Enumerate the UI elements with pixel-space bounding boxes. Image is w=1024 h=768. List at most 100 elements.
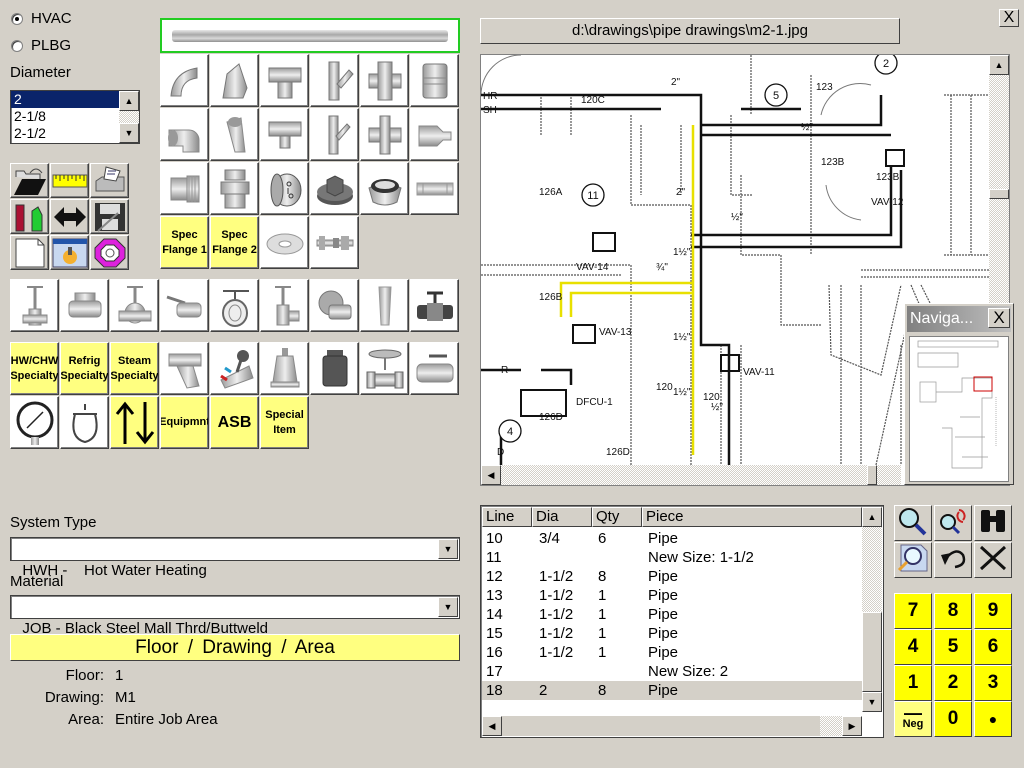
chevron-down-icon[interactable]: ▼ bbox=[438, 539, 458, 559]
table-row[interactable]: 11 New Size: 1-1/2 bbox=[482, 548, 862, 567]
chevron-down-icon[interactable]: ▼ bbox=[438, 597, 458, 617]
scroll-thumb[interactable] bbox=[989, 189, 1009, 199]
radio-button[interactable] bbox=[11, 39, 23, 52]
elbow-90-button[interactable] bbox=[160, 54, 209, 107]
col-qty[interactable]: Qty bbox=[592, 507, 642, 527]
key-3[interactable]: 3 bbox=[974, 665, 1012, 701]
close-icon[interactable]: X bbox=[999, 9, 1019, 27]
pressure-reducing-valve-button[interactable] bbox=[260, 342, 309, 395]
table-row[interactable]: 13 1-1/2 1 Pipe bbox=[482, 586, 862, 605]
key-0[interactable]: 0 bbox=[934, 701, 972, 737]
system-type-select[interactable]: HWH - Hot Water Heating ▼ bbox=[10, 537, 460, 579]
check-valve-button[interactable] bbox=[60, 279, 109, 332]
scroll-up-button[interactable]: ▲ bbox=[989, 55, 1009, 75]
gasket-button[interactable] bbox=[260, 216, 309, 269]
key-negative[interactable]: — Neg bbox=[894, 701, 932, 737]
zoom-page-button[interactable] bbox=[894, 542, 932, 578]
navigator-window[interactable]: Naviga... X bbox=[904, 303, 1014, 485]
pan-arrows-button[interactable] bbox=[50, 199, 89, 234]
union-button[interactable] bbox=[210, 162, 259, 215]
riser-arrows-button[interactable] bbox=[110, 396, 159, 449]
table-row[interactable]: 14 1-1/2 1 Pipe bbox=[482, 605, 862, 624]
key-9[interactable]: 9 bbox=[974, 593, 1012, 629]
spec-flange-2-button[interactable]: Spec Flange 2 bbox=[210, 216, 259, 269]
settings-window-button[interactable] bbox=[50, 235, 89, 270]
table-row[interactable]: 18 2 8 Pipe bbox=[482, 681, 862, 700]
zoom-refresh-button[interactable] bbox=[934, 505, 972, 541]
bolt-set-button[interactable] bbox=[310, 216, 359, 269]
close-icon[interactable]: X bbox=[988, 308, 1010, 328]
ball-valve-union-button[interactable] bbox=[410, 342, 459, 395]
gate-valve-button[interactable] bbox=[10, 279, 59, 332]
table-row[interactable]: 17 New Size: 2 bbox=[482, 662, 862, 681]
delete-x-button[interactable] bbox=[974, 542, 1012, 578]
table-row[interactable]: 16 1-1/2 1 Pipe bbox=[482, 643, 862, 662]
balancing-valve-button[interactable] bbox=[210, 342, 259, 395]
scroll-down-button[interactable]: ▼ bbox=[862, 692, 882, 712]
viewer-hscrollbar[interactable]: ◀ bbox=[481, 465, 901, 485]
pressure-gauge-button[interactable] bbox=[10, 396, 59, 449]
plug-button[interactable] bbox=[310, 162, 359, 215]
table-row[interactable]: 10 3/4 6 Pipe bbox=[482, 529, 862, 548]
ruler-button[interactable] bbox=[50, 163, 89, 198]
list-item[interactable]: 2 bbox=[11, 91, 119, 108]
reducer-button[interactable] bbox=[410, 108, 459, 161]
scroll-up-button[interactable]: ▲ bbox=[862, 507, 882, 527]
binoculars-button[interactable] bbox=[974, 505, 1012, 541]
tee-button[interactable] bbox=[260, 54, 309, 107]
table-row[interactable]: 15 1-1/2 1 Pipe bbox=[482, 624, 862, 643]
table-hscrollbar[interactable]: ◀ ▶ bbox=[482, 716, 862, 736]
scroll-thumb[interactable] bbox=[867, 465, 877, 485]
nipple-adapter-button[interactable] bbox=[160, 162, 209, 215]
scroll-left-button[interactable]: ◀ bbox=[482, 716, 502, 736]
spec-flange-1-button[interactable]: Spec Flange 1 bbox=[160, 216, 209, 269]
plastic-valve-button[interactable] bbox=[410, 279, 459, 332]
lateral-wye-button[interactable] bbox=[310, 108, 359, 161]
diameter-scrollbar[interactable]: ▲ ▼ bbox=[119, 91, 139, 143]
strainer-valve-button[interactable] bbox=[310, 279, 359, 332]
navigator-thumbnail[interactable] bbox=[909, 336, 1009, 482]
new-document-button[interactable] bbox=[10, 235, 49, 270]
key-7[interactable]: 7 bbox=[894, 593, 932, 629]
coupling-button[interactable] bbox=[410, 54, 459, 107]
list-item[interactable]: 2-1/2 bbox=[11, 125, 119, 142]
sleeve-button[interactable] bbox=[360, 279, 409, 332]
key-2[interactable]: 2 bbox=[934, 665, 972, 701]
reducing-tee-button[interactable] bbox=[260, 108, 309, 161]
scroll-left-button[interactable]: ◀ bbox=[481, 465, 501, 485]
ball-valve-button[interactable] bbox=[160, 279, 209, 332]
open-folder-button[interactable] bbox=[10, 163, 49, 198]
scroll-down-button[interactable]: ▼ bbox=[119, 123, 139, 143]
refrig-specialty-button[interactable]: Refrig Specialty bbox=[60, 342, 109, 395]
printer-button[interactable] bbox=[90, 163, 129, 198]
cross-button[interactable] bbox=[360, 54, 409, 107]
col-dia[interactable]: Dia bbox=[532, 507, 592, 527]
zoom-button[interactable] bbox=[894, 505, 932, 541]
drawing-path-button[interactable]: d:\drawings\pipe drawings\m2-1.jpg bbox=[480, 18, 900, 44]
radio-button[interactable] bbox=[11, 12, 23, 25]
control-valve-button[interactable] bbox=[360, 342, 409, 395]
list-item[interactable]: 2-1/8 bbox=[11, 108, 119, 125]
material-select[interactable]: JOB - Black Steel Mall Thrd/Buttweld ▼ bbox=[10, 595, 460, 637]
scroll-right-button[interactable]: ▶ bbox=[842, 716, 862, 736]
key-decimal[interactable]: ● bbox=[974, 701, 1012, 737]
undo-button[interactable] bbox=[934, 542, 972, 578]
elbow-45-button[interactable] bbox=[210, 54, 259, 107]
hw-chw-specialty-button[interactable]: HW/CHW Specialty bbox=[10, 342, 59, 395]
asb-button[interactable]: ASB bbox=[210, 396, 259, 449]
radio-hvac[interactable]: HVAC bbox=[11, 10, 72, 27]
wye-button[interactable] bbox=[310, 54, 359, 107]
threaded-nipple-button[interactable] bbox=[410, 162, 459, 215]
key-6[interactable]: 6 bbox=[974, 629, 1012, 665]
save-disk-button[interactable] bbox=[90, 199, 129, 234]
key-5[interactable]: 5 bbox=[934, 629, 972, 665]
key-1[interactable]: 1 bbox=[894, 665, 932, 701]
steam-trap-button[interactable] bbox=[310, 342, 359, 395]
threaded-elbow-90-button[interactable] bbox=[160, 108, 209, 161]
floor-drawing-area-button[interactable]: Floor / Drawing / Area bbox=[10, 634, 460, 661]
radio-plbg[interactable]: PLBG bbox=[11, 37, 71, 54]
key-4[interactable]: 4 bbox=[894, 629, 932, 665]
scroll-up-button[interactable]: ▲ bbox=[119, 91, 139, 111]
table-vscrollbar[interactable]: ▲ ▼ bbox=[862, 507, 882, 712]
y-strainer-button[interactable] bbox=[160, 342, 209, 395]
